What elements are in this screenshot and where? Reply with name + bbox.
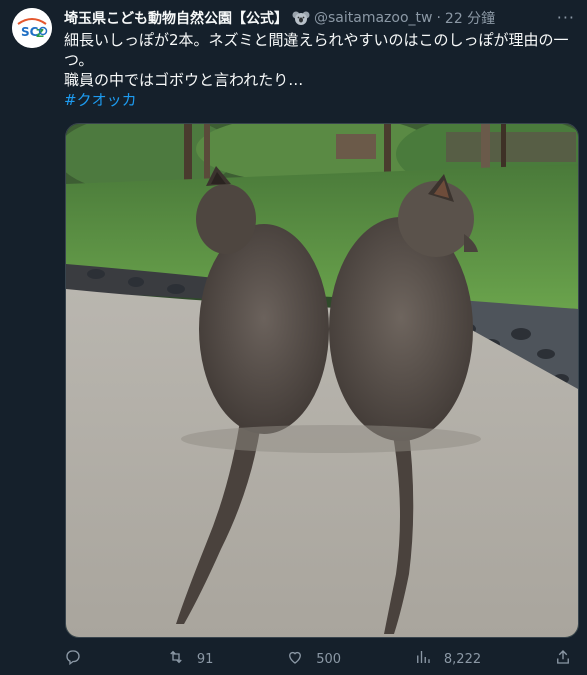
- tweet-text: 細長いしっぽが2本。ネズミと間違えられやすいのはこのしっぽが理由の一つ。 職員の…: [64, 30, 570, 110]
- like-button[interactable]: 500: [286, 648, 341, 670]
- like-count: 500: [316, 651, 342, 667]
- reply-button[interactable]: [64, 648, 94, 670]
- avatar[interactable]: SC Z: [12, 8, 52, 48]
- retweet-count: 91: [196, 651, 214, 667]
- separator-dot: ·: [436, 10, 441, 26]
- hashtag-link[interactable]: #クオッカ: [64, 90, 570, 110]
- retweet-button[interactable]: 91: [167, 648, 214, 670]
- quokka-photo: [66, 124, 578, 637]
- tweet[interactable]: SC Z 埼玉県こども動物自然公園【公式】 @saitamazoo_tw · 2…: [0, 0, 587, 675]
- tweet-photo[interactable]: [65, 123, 579, 638]
- retweet-icon: [167, 648, 185, 670]
- action-bar: 91 500 8,222: [64, 648, 574, 670]
- like-icon: [286, 648, 304, 670]
- koala-badge-icon: [292, 10, 310, 26]
- tweet-text-line-2: 職員の中ではゴボウと言われたり…: [64, 71, 304, 89]
- handle[interactable]: @saitamazoo_tw: [314, 10, 432, 26]
- views-icon: [414, 648, 432, 670]
- timestamp[interactable]: 22 分鐘: [445, 8, 495, 28]
- tweet-text-line-1: 細長いしっぽが2本。ネズミと間違えられやすいのはこのしっぽが理由の一つ。: [64, 31, 569, 69]
- views-button[interactable]: 8,222: [414, 648, 481, 670]
- views-count: 8,222: [443, 651, 482, 667]
- share-icon: [554, 648, 572, 670]
- tweet-header: 埼玉県こども動物自然公園【公式】 @saitamazoo_tw · 22 分鐘 …: [64, 8, 575, 28]
- reply-icon: [64, 648, 82, 670]
- share-button[interactable]: [554, 648, 574, 670]
- display-name[interactable]: 埼玉県こども動物自然公園【公式】: [64, 8, 288, 28]
- more-icon[interactable]: ···: [557, 8, 575, 27]
